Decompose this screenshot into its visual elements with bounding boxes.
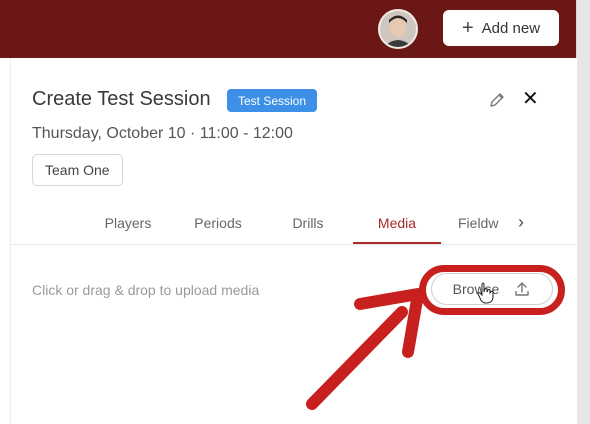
tab-players[interactable]: Players <box>82 204 174 242</box>
session-type-badge: Test Session <box>227 89 318 112</box>
user-avatar[interactable] <box>378 9 418 49</box>
team-chip[interactable]: Team One <box>32 154 123 186</box>
tab-drills[interactable]: Drills <box>262 204 354 242</box>
red-arrow-pointer <box>306 288 424 410</box>
hand-cursor-icon <box>477 282 494 304</box>
tab-periods[interactable]: Periods <box>174 204 262 242</box>
tab-bar: Players Periods Drills Media Fieldw <box>82 204 562 244</box>
close-icon[interactable]: ✕ <box>522 88 539 110</box>
add-new-label: Add new <box>481 19 541 37</box>
pencil-icon[interactable] <box>487 90 507 110</box>
scrollbar-track[interactable] <box>576 0 590 424</box>
page-title: Create Test Session <box>32 88 211 110</box>
session-datetime: Thursday, October 10 · 11:00 - 12:00 <box>32 125 293 142</box>
chevron-right-icon[interactable]: › <box>518 212 524 233</box>
upload-hint: Click or drag & drop to upload media <box>32 282 260 298</box>
tabs-divider <box>10 244 576 245</box>
add-new-button[interactable]: + Add new <box>443 10 559 46</box>
tab-media[interactable]: Media <box>353 204 441 244</box>
plus-icon: + <box>461 17 474 39</box>
